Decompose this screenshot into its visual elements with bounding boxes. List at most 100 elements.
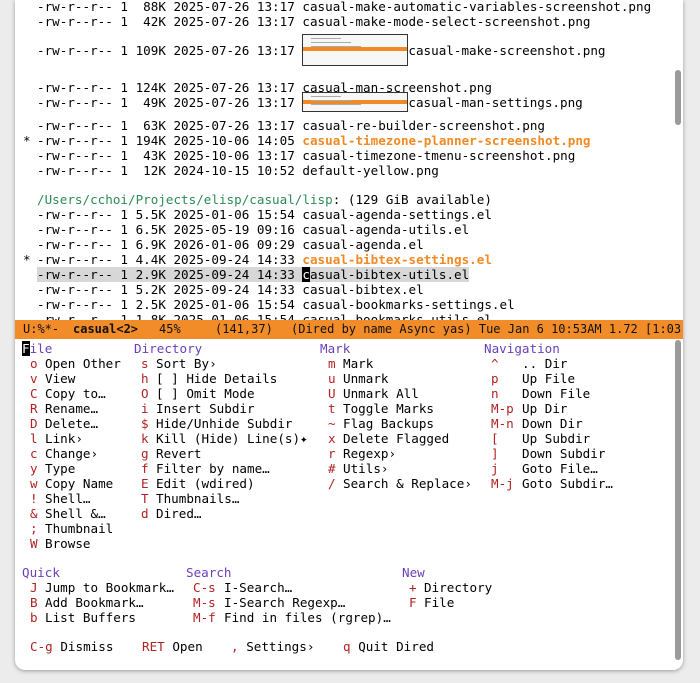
file-row[interactable]: -rw-r--r-- 1 43K 2025-10-06 13:17 casual… [37, 148, 575, 163]
file-row[interactable]: -rw-r--r-- 1 2.9K 2025-09-24 14:33 casua… [37, 267, 470, 282]
file-name[interactable]: casual-timezone-tmenu-screenshot.png [302, 148, 575, 163]
menu-item-dir[interactable]: ^ .. Dir [491, 356, 568, 371]
menu-item-omit-mode[interactable]: O [ ] Omit Mode [141, 386, 255, 401]
menu-item-file[interactable]: F File [409, 595, 454, 610]
menu-item-find-in-files-rgrep[interactable]: M-f Find in files (rgrep)… [193, 610, 391, 625]
menu-item-list-buffers[interactable]: b List Buffers [30, 610, 136, 625]
file-name[interactable]: casual-bookmarks-utils.el [302, 312, 492, 320]
menu-item-up-subdir[interactable]: [Up Subdir [491, 431, 590, 446]
file-row[interactable]: -rw-r--r-- 1 88K 2025-07-26 13:17 casual… [37, 0, 651, 14]
menu-item-regexp[interactable]: r Regexp› [328, 446, 396, 461]
file-name[interactable]: casual-make-mode-select-screenshot.png [302, 14, 590, 29]
file-name[interactable]: casual-make-screenshot.png [408, 43, 605, 58]
footer-dismiss[interactable]: C-g Dismiss [30, 639, 113, 654]
menu-key: ^ [491, 356, 499, 371]
menu-item-mark[interactable]: m Mark [328, 356, 373, 371]
menu-item-sort-by[interactable]: s Sort By› [141, 356, 217, 371]
menu-item-jump-to-bookmark[interactable]: J Jump to Bookmark… [30, 580, 174, 595]
menu-key: T [141, 491, 149, 506]
menu-item-add-bookmark[interactable]: B Add Bookmark… [30, 595, 144, 610]
menu-item-up-file[interactable]: p Up File [491, 371, 575, 386]
menu-item-down-file[interactable]: n Down File [491, 386, 590, 401]
menu-item-unmark[interactable]: u Unmark [328, 371, 389, 386]
file-row[interactable]: -rw-r--r-- 1 5.2K 2025-09-24 14:33 casua… [37, 282, 424, 297]
menu-label: I-Search Regexp… [224, 595, 346, 610]
menu-item-view[interactable]: v View [30, 371, 75, 386]
file-row[interactable]: -rw-r--r-- 1 49K 2025-07-26 13:17 casual… [37, 92, 583, 112]
file-meta: -rw-r--r-- 1 5.2K 2025-09-24 14:33 [37, 282, 303, 297]
file-row[interactable]: -rw-r--r-- 1 63K 2025-07-26 13:17 casual… [37, 118, 545, 133]
menu-item-flag-backups[interactable]: ~ Flag Backups [328, 416, 434, 431]
footer-settings[interactable]: , Settings› [231, 639, 314, 654]
file-name[interactable]: default-yellow.png [302, 163, 438, 178]
file-row[interactable]: -rw-r--r-- 1 4.4K 2025-09-24 14:33 casua… [37, 252, 492, 267]
menu-item-goto-file[interactable]: j Goto File… [491, 461, 598, 476]
menu-key: q [343, 639, 351, 654]
menu-scrollbar[interactable] [675, 340, 681, 660]
file-row[interactable]: -rw-r--r-- 1 42K 2025-07-26 13:17 casual… [37, 14, 591, 29]
file-row[interactable]: -rw-r--r-- 1 5.5K 2025-01-06 15:54 casua… [37, 207, 492, 222]
file-row[interactable]: -rw-r--r-- 1 12K 2024-10-15 10:52 defaul… [37, 163, 439, 178]
menu-item-directory[interactable]: + Directory [409, 580, 492, 595]
file-name[interactable]: casual-bibtex.el [302, 282, 423, 297]
menu-key: x [328, 431, 336, 446]
menu-item-hide-unhide-subdir[interactable]: $ Hide/Unhide Subdir [141, 416, 292, 431]
menu-key: s [141, 356, 149, 371]
file-row[interactable]: -rw-r--r-- 1 194K 2025-10-06 14:05 casua… [37, 133, 591, 148]
file-row[interactable]: -rw-r--r-- 1 6.9K 2026-01-06 09:29 casua… [37, 237, 424, 252]
file-row[interactable]: -rw-r--r-- 1 2.5K 2025-01-06 15:54 casua… [37, 297, 515, 312]
menu-item-edit-wdired[interactable]: E Edit (wdired) [141, 476, 255, 491]
menu-item-copy-name[interactable]: w Copy Name [30, 476, 113, 491]
file-row[interactable]: -rw-r--r-- 1 124K 2025-07-26 13:17 casua… [37, 80, 492, 95]
menu-item-toggle-marks[interactable]: t Toggle Marks [328, 401, 434, 416]
file-name[interactable]: casual-bibtex-settings.el [302, 252, 492, 267]
footer-open[interactable]: RET Open [142, 639, 203, 654]
menu-item-i-search[interactable]: C-s I-Search… [193, 580, 292, 595]
directory-path[interactable]: /Users/cchoi/Projects/elisp/casual/lisp [37, 192, 333, 207]
menu-item-hide-details[interactable]: h [ ] Hide Details [141, 371, 277, 386]
dired-scrollbar[interactable] [675, 70, 681, 125]
menu-item-filter-by-name[interactable]: f Filter by name… [141, 461, 270, 476]
menu-item-unmark-all[interactable]: U Unmark All [328, 386, 419, 401]
menu-item-up-dir[interactable]: M-p Up Dir [491, 401, 568, 416]
file-name[interactable]: casual-agenda.el [302, 237, 423, 252]
menu-item-down-dir[interactable]: M-n Down Dir [491, 416, 583, 431]
menu-item-link[interactable]: l Link› [30, 431, 83, 446]
menu-item-shell[interactable]: & Shell &… [30, 506, 106, 521]
menu-item-utils[interactable]: # Utils› [328, 461, 389, 476]
file-name[interactable]: casual-re-builder-screenshot.png [302, 118, 545, 133]
file-name[interactable]: casual-man-settings.png [408, 95, 582, 110]
file-row[interactable]: -rw-r--r-- 1 1.8K 2025-01-06 15:54 casua… [37, 312, 492, 320]
file-name[interactable]: casual-agenda-utils.el [302, 222, 469, 237]
footer-quit-dired[interactable]: q Quit Dired [343, 639, 434, 654]
menu-item-down-subdir[interactable]: ] Down Subdir [491, 446, 605, 461]
menu-item-delete-flagged[interactable]: x Delete Flagged [328, 431, 449, 446]
dired-buffer[interactable]: -rw-r--r-- 1 88K 2025-07-26 13:17 casual… [15, 0, 675, 320]
menu-item-i-search-regexp[interactable]: M-s I-Search Regexp… [193, 595, 345, 610]
file-name[interactable]: casual-agenda-settings.el [302, 207, 492, 222]
file-name[interactable]: casual-bibtex-utils.el [302, 267, 469, 282]
menu-item-search-replace[interactable]: / Search & Replace› [328, 476, 472, 491]
file-name[interactable]: casual-bookmarks-settings.el [302, 297, 514, 312]
menu-item-revert[interactable]: g Revert [141, 446, 202, 461]
menu-item-kill-hide-line-s[interactable]: k Kill (Hide) Line(s)✦ [141, 431, 308, 446]
menu-item-insert-subdir[interactable]: i Insert Subdir [141, 401, 255, 416]
menu-item-type[interactable]: y Type [30, 461, 75, 476]
menu-item-change[interactable]: c Change› [30, 446, 98, 461]
menu-item-dired[interactable]: d Dired… [141, 506, 202, 521]
file-name[interactable]: casual-make-automatic-variables-screensh… [302, 0, 651, 14]
menu-item-thumbnail[interactable]: ; Thumbnail [30, 521, 113, 536]
file-name[interactable]: casual-timezone-planner-screenshot.png [302, 133, 590, 148]
menu-key: y [30, 461, 38, 476]
menu-item-browse[interactable]: W Browse [30, 536, 91, 551]
menu-item-goto-subdir[interactable]: M-j Goto Subdir… [491, 476, 613, 491]
menu-item-thumbnails[interactable]: T Thumbnails… [141, 491, 239, 506]
menu-item-open-other[interactable]: o Open Other [30, 356, 121, 371]
menu-key: w [30, 476, 38, 491]
menu-item-rename[interactable]: R Rename… [30, 401, 98, 416]
file-row[interactable]: -rw-r--r-- 1 109K 2025-07-26 13:17 casua… [37, 34, 606, 66]
file-row[interactable]: -rw-r--r-- 1 6.5K 2025-05-19 09:16 casua… [37, 222, 469, 237]
menu-item-copy-to[interactable]: C Copy to… [30, 386, 106, 401]
menu-item-shell[interactable]: ! Shell… [30, 491, 91, 506]
menu-item-delete[interactable]: D Delete… [30, 416, 98, 431]
